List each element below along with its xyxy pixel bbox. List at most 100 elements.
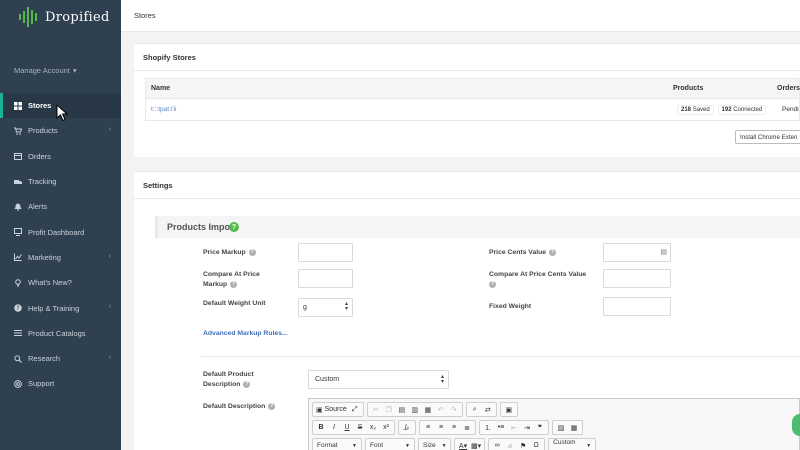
special-char-icon[interactable]: Ω	[530, 439, 542, 450]
format-combo[interactable]: Format ▼	[312, 438, 362, 450]
sidebar-item-label: Products	[28, 126, 58, 136]
justify-icon[interactable]: ≣	[461, 421, 473, 434]
advanced-markup-rules-link[interactable]: Advanced Markup Rules...	[203, 330, 288, 337]
price-markup-label: Price Markup?	[203, 248, 256, 258]
help-icon[interactable]: ?	[549, 248, 557, 256]
sidebar-item-marketing[interactable]: Marketing ‹	[0, 245, 121, 270]
redo-icon[interactable]: ↷	[448, 403, 460, 416]
copy-icon[interactable]: ❐	[383, 403, 395, 416]
help-icon[interactable]: ?	[243, 380, 251, 388]
align-right-icon[interactable]: ≡	[448, 421, 460, 434]
sidebar-item-research[interactable]: Research ‹	[0, 346, 121, 371]
orders-status[interactable]: Pendi	[782, 106, 799, 113]
combo-label: Size	[423, 442, 436, 449]
help-icon[interactable]: ?	[268, 402, 276, 410]
price-markup-input[interactable]	[298, 243, 353, 262]
link-icon[interactable]: ∞	[491, 439, 503, 450]
fixed-weight-input[interactable]	[603, 297, 671, 316]
sidebar-item-whats-new[interactable]: What's New?	[0, 270, 121, 295]
compare-cents-value-input[interactable]	[603, 269, 671, 288]
svg-text:?: ?	[16, 305, 19, 312]
paste-icon[interactable]: ▤	[396, 403, 408, 416]
sidebar-item-support[interactable]: Support	[0, 371, 121, 396]
help-icon[interactable]: ?	[230, 280, 238, 288]
sidebar-item-product-catalogs[interactable]: Product Catalogs	[0, 321, 121, 346]
chevron-left-icon: ‹	[108, 303, 111, 311]
sidebar-item-label: Alerts	[28, 202, 48, 212]
spellcheck-icon[interactable]: ▣	[503, 403, 515, 416]
replace-icon[interactable]: ⇄	[482, 403, 494, 416]
undo-icon[interactable]: ↶	[435, 403, 447, 416]
find-icon[interactable]: ⌕	[469, 403, 481, 416]
caret-down-icon: ▾	[72, 66, 77, 75]
saved-label: Saved	[692, 106, 710, 113]
custom-combo[interactable]: Custom ... ▼	[548, 438, 597, 450]
panel-title: Settings	[134, 172, 800, 199]
caret-down-icon: ▼	[405, 442, 410, 449]
connected-badge[interactable]: 192 Connected	[717, 104, 767, 115]
strikethrough-icon[interactable]: S	[354, 421, 366, 434]
paste-text-icon[interactable]: ▥	[409, 403, 421, 416]
search-icon	[13, 354, 22, 363]
install-chrome-extension-button[interactable]: Install Chrome Exten	[735, 130, 800, 144]
indent-icon[interactable]: ⇥	[521, 421, 533, 434]
editor-toolbar-row-1: ▣ Source ⤢ ✂ ❐ ▤ ▥ ▦ ↶ ↷ ⌕ ⇄ ▣	[312, 402, 518, 417]
help-icon[interactable]: ?	[248, 248, 256, 256]
anchor-flag-icon[interactable]: ⚑	[517, 439, 529, 450]
sidebar-item-label: Orders	[28, 151, 51, 161]
superscript-icon[interactable]: x²	[380, 421, 392, 434]
paste-word-icon[interactable]: ▦	[422, 403, 434, 416]
connected-count: 192	[721, 106, 732, 113]
unlink-icon[interactable]: ⌀	[504, 439, 516, 450]
help-icon[interactable]: ?	[489, 280, 496, 288]
align-left-icon[interactable]: ≡	[422, 421, 434, 434]
sidebar-item-orders[interactable]: Orders	[0, 144, 121, 169]
source-button[interactable]: ▣ Source	[315, 403, 348, 416]
remove-format-icon[interactable]: I̲ₓ	[401, 421, 413, 434]
italic-icon[interactable]: I	[328, 421, 340, 434]
caret-down-icon: ▼	[352, 442, 357, 449]
column-name: Name	[151, 85, 171, 92]
weight-unit-select[interactable]: g ▴ ▾	[298, 298, 353, 317]
maximize-icon[interactable]: ⤢	[349, 403, 361, 416]
manage-account-dropdown[interactable]: Manage Account ▾	[14, 66, 77, 75]
sidebar-item-help-training[interactable]: ? Help & Training ‹	[0, 295, 121, 320]
background-color-icon[interactable]: ▩▾	[470, 439, 482, 450]
sidebar-item-alerts[interactable]: Alerts	[0, 194, 121, 219]
font-combo[interactable]: Font ▼	[365, 438, 415, 450]
bold-icon[interactable]: B	[315, 421, 327, 434]
source-label: Source	[324, 406, 347, 413]
sidebar-item-products[interactable]: Products ‹	[0, 118, 121, 143]
cut-icon[interactable]: ✂	[370, 403, 382, 416]
lifebuoy-icon	[13, 379, 22, 388]
price-cents-value-input[interactable]: ▤	[603, 243, 671, 262]
bulleted-list-icon[interactable]: •≡	[495, 421, 507, 434]
text-color-icon[interactable]: A▾	[457, 439, 469, 450]
align-center-icon[interactable]: ≡	[435, 421, 447, 434]
help-circle-icon[interactable]: ?	[229, 222, 240, 232]
sidebar-item-profit-dashboard[interactable]: Profit Dashboard	[0, 219, 121, 244]
label-text: Default Description	[203, 403, 266, 410]
sidebar-item-label: Product Catalogs	[28, 328, 86, 338]
outdent-icon[interactable]: ⇤	[508, 421, 520, 434]
image-icon[interactable]: ▨	[555, 421, 567, 434]
logo[interactable]: Dropified	[18, 6, 110, 28]
compare-price-markup-input[interactable]	[298, 269, 353, 288]
table-icon[interactable]: ▦	[568, 421, 580, 434]
default-description-label: Default Description?	[203, 402, 276, 412]
size-combo[interactable]: Size ▼	[418, 438, 451, 450]
subscript-icon[interactable]: x₂	[367, 421, 379, 434]
description-type-select[interactable]: Custom ▴ ▾	[308, 370, 449, 389]
store-name-link[interactable]: t:::tpat:i'ii	[151, 106, 176, 113]
sidebar-nav: Stores Products ‹ Orders Tracking Alerts…	[0, 93, 121, 397]
saved-badge[interactable]: 218 Saved	[677, 104, 714, 115]
chevron-left-icon: ‹	[108, 126, 111, 134]
fixed-weight-label: Fixed Weight	[489, 303, 532, 310]
numbered-list-icon[interactable]: ⒈	[482, 421, 494, 434]
underline-icon[interactable]: U	[341, 421, 353, 434]
blockquote-icon[interactable]: ❞	[534, 421, 546, 434]
breadcrumb[interactable]: Stores	[134, 11, 156, 20]
sidebar-item-tracking[interactable]: Tracking	[0, 169, 121, 194]
chat-widget-button[interactable]	[792, 414, 800, 436]
combo-label: Font	[370, 442, 384, 449]
